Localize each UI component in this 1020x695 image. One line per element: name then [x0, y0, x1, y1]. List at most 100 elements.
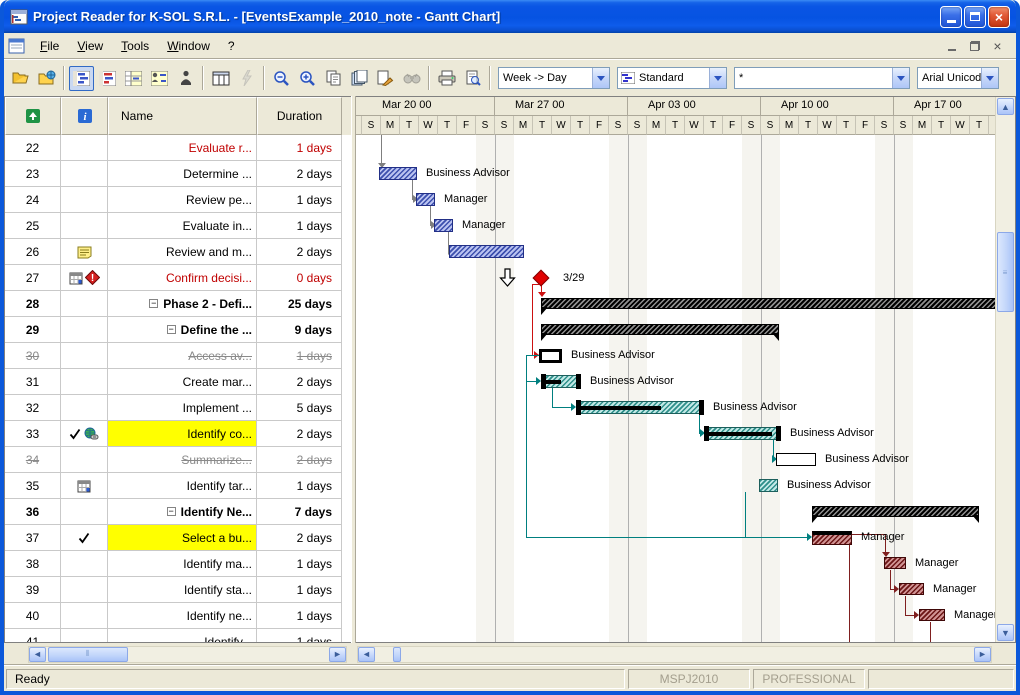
gantt-bar-summary[interactable] — [541, 298, 995, 309]
gantt-bar-darkred[interactable] — [919, 609, 945, 621]
mdi-close-button[interactable]: × — [989, 39, 1006, 54]
table-row[interactable]: 22Evaluate r...1 days — [5, 135, 351, 161]
tool-view-tracking-gantt[interactable] — [95, 66, 120, 91]
close-button[interactable]: × — [988, 6, 1010, 28]
gantt-bar-hollow[interactable] — [776, 453, 816, 466]
toolbar-separator — [63, 66, 65, 90]
mdi-minimize-button[interactable] — [943, 39, 960, 54]
tool-find[interactable] — [399, 66, 424, 91]
menu-view[interactable]: View — [68, 36, 112, 56]
gantt-horizontal-scrollbar[interactable]: ◄ ► — [357, 646, 992, 663]
table-row[interactable]: 28−Phase 2 - Defi...25 days — [5, 291, 351, 317]
column-header-id[interactable] — [5, 97, 61, 135]
tool-view-resource-usage[interactable] — [147, 66, 172, 91]
scroll-right-icon[interactable]: ► — [974, 647, 991, 662]
collapse-icon[interactable]: − — [149, 299, 158, 308]
gantt-bar-teal[interactable] — [576, 401, 704, 414]
tool-open[interactable] — [8, 66, 33, 91]
vscroll-thumb[interactable]: ≡ — [997, 232, 1014, 312]
tool-zoom-out[interactable] — [269, 66, 294, 91]
table-row[interactable]: 23Determine ...2 days — [5, 161, 351, 187]
menu-tools[interactable]: Tools — [112, 36, 158, 56]
table-row[interactable]: 39Identify sta...1 days — [5, 577, 351, 603]
scroll-down-icon[interactable]: ▼ — [997, 624, 1014, 641]
tool-print-preview[interactable] — [460, 66, 485, 91]
table-row[interactable]: 26Review and m...2 days — [5, 239, 351, 265]
table-row[interactable]: 24Review pe...1 days — [5, 187, 351, 213]
chevron-down-icon[interactable] — [592, 68, 609, 88]
tool-columns[interactable] — [208, 66, 233, 91]
column-header-duration[interactable]: Duration — [257, 97, 342, 135]
gantt-bar-summary[interactable] — [541, 324, 779, 335]
row-id: 27 — [5, 265, 61, 291]
table-row[interactable]: 30Access av...1 days — [5, 343, 351, 369]
gantt-bar-teal-plain[interactable] — [759, 479, 778, 492]
minimize-button[interactable] — [940, 6, 962, 28]
tool-lightning[interactable] — [234, 66, 259, 91]
tool-export[interactable] — [373, 66, 398, 91]
tool-copy-picture[interactable] — [347, 66, 372, 91]
table-row[interactable]: 29−Define the ...9 days — [5, 317, 351, 343]
gantt-hscroll-track[interactable] — [375, 647, 974, 662]
chevron-down-icon[interactable] — [981, 68, 998, 88]
table-row[interactable]: 33Identify co...2 days — [5, 421, 351, 447]
gantt-bar-blue[interactable] — [449, 245, 524, 258]
view-task-usage-icon — [125, 71, 142, 86]
tool-zoom-in[interactable] — [295, 66, 320, 91]
gantt-bar-darkred[interactable] — [899, 583, 924, 595]
table-row[interactable]: 37Select a bu...2 days — [5, 525, 351, 551]
gantt-bar-darkred[interactable] — [812, 531, 852, 545]
gantt-bar-blue[interactable] — [416, 193, 435, 206]
mdi-restore-button[interactable] — [966, 39, 983, 54]
chevron-down-icon[interactable] — [709, 68, 726, 88]
table-hscroll-track[interactable]: ⦀ — [46, 647, 329, 662]
table-row[interactable]: 34Summarize...2 days — [5, 447, 351, 473]
vscroll-track[interactable]: ≡ — [996, 116, 1015, 623]
font-combo[interactable]: Arial Unicode MS — [917, 67, 999, 89]
tool-view-gantt[interactable] — [69, 66, 94, 91]
gantt-vertical-scrollbar[interactable]: ▲ ≡ ▼ — [995, 97, 1015, 642]
view-combo[interactable]: Standard — [617, 67, 727, 89]
table-row[interactable]: 35Identify tar...1 days — [5, 473, 351, 499]
table-row[interactable]: 38Identify ma...1 days — [5, 551, 351, 577]
scroll-right-icon[interactable]: ► — [329, 647, 346, 662]
gantt-bar-hollow-thick[interactable] — [539, 349, 562, 363]
scroll-left-icon[interactable]: ◄ — [358, 647, 375, 662]
table-row[interactable]: 25Evaluate in...1 days — [5, 213, 351, 239]
menu-file[interactable]: File — [31, 36, 68, 56]
collapse-icon[interactable]: − — [167, 507, 176, 516]
table-row[interactable]: 32Implement ...5 days — [5, 395, 351, 421]
table-horizontal-scrollbar[interactable]: ◄ ⦀ ► — [28, 646, 347, 663]
bar-resource-label: Manager — [861, 531, 904, 544]
gantt-bar-blue[interactable] — [434, 219, 453, 232]
menu-help[interactable]: ? — [219, 36, 244, 56]
gantt-bar-summary[interactable] — [812, 506, 979, 517]
maximize-button[interactable] — [964, 6, 986, 28]
timescale-combo[interactable]: Week -> Day — [498, 67, 610, 89]
table-hscroll-thumb[interactable]: ⦀ — [48, 647, 128, 662]
column-header-info[interactable]: i — [61, 97, 108, 135]
chevron-down-icon[interactable] — [892, 68, 909, 88]
gantt-bar-teal[interactable] — [541, 375, 581, 388]
table-row[interactable]: 41Identify...1 days — [5, 629, 351, 642]
scroll-up-icon[interactable]: ▲ — [997, 98, 1014, 115]
gantt-bar-darkred[interactable] — [884, 557, 906, 569]
tool-view-resource-sheet[interactable] — [173, 66, 198, 91]
collapse-icon[interactable]: − — [167, 325, 176, 334]
filter-combo[interactable]: * — [734, 67, 910, 89]
table-row[interactable]: 36−Identify Ne...7 days — [5, 499, 351, 525]
table-row[interactable]: 31Create mar...2 days — [5, 369, 351, 395]
tool-view-task-usage[interactable] — [121, 66, 146, 91]
link-line — [930, 622, 931, 642]
gantt-bar-teal[interactable] — [704, 427, 781, 440]
tool-open-web[interactable] — [34, 66, 59, 91]
gantt-bar-blue[interactable] — [379, 167, 417, 180]
gantt-hscroll-thumb[interactable] — [393, 647, 401, 662]
column-header-name[interactable]: Name — [108, 97, 257, 135]
table-row[interactable]: 40Identify ne...1 days — [5, 603, 351, 629]
tool-print[interactable] — [434, 66, 459, 91]
table-row[interactable]: 27!Confirm decisi...0 days — [5, 265, 351, 291]
tool-copy[interactable] — [321, 66, 346, 91]
scroll-left-icon[interactable]: ◄ — [29, 647, 46, 662]
menu-window[interactable]: Window — [158, 36, 219, 56]
